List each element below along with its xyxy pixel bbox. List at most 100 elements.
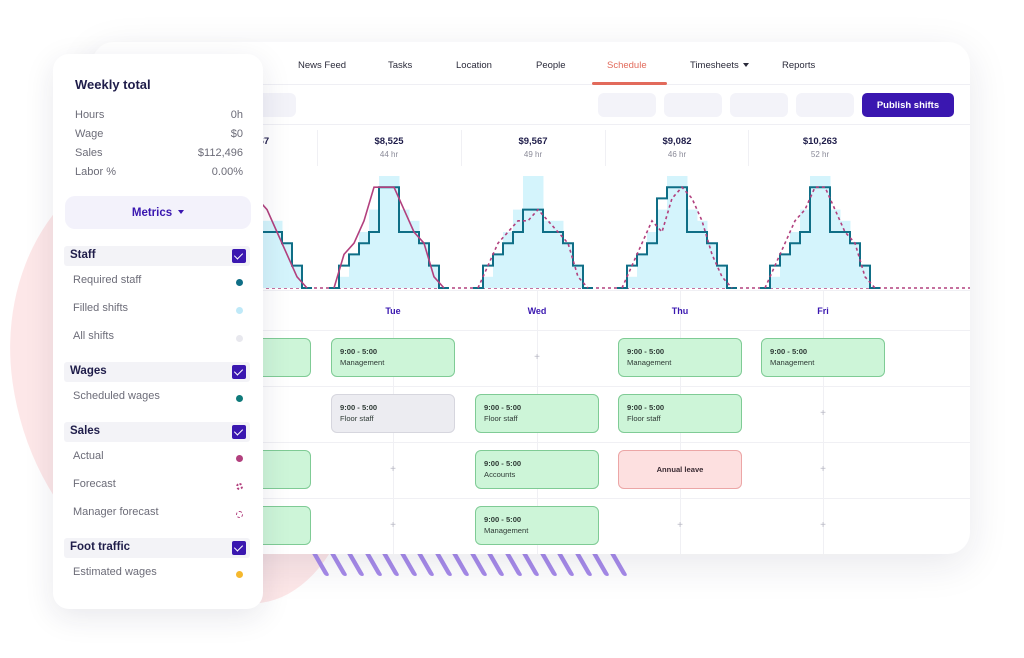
day-column-header[interactable]: Tue (322, 306, 464, 316)
legend-dot-icon (236, 395, 243, 402)
legend-item: Forecast (73, 478, 243, 490)
stripe (328, 552, 348, 576)
add-shift-button[interactable]: + (670, 516, 690, 536)
leave-card[interactable]: Annual leave (618, 450, 742, 489)
stripe (398, 552, 418, 576)
total-sales: Sales $112,496 (75, 147, 243, 159)
shift-role: Management (484, 526, 529, 535)
legend-item: All shifts (73, 330, 243, 342)
total-label: Sales (75, 147, 103, 159)
filled-shifts-bar (369, 209, 380, 288)
day-sales-total: $8,525 (374, 136, 404, 147)
add-shift-button[interactable]: + (383, 460, 403, 480)
shift-card[interactable]: 9:00 - 5:00 Management (331, 338, 455, 377)
dashed-ring-icon (236, 511, 243, 518)
stripe (346, 552, 365, 576)
filled-shifts-bar (627, 276, 638, 288)
toolbar-placeholder-button[interactable] (598, 93, 656, 117)
metric-group-label: Staff (70, 249, 96, 261)
metric-group-checkbox[interactable] (232, 249, 246, 263)
day-sales-total: $9,082 (662, 136, 692, 147)
stripe (311, 552, 330, 576)
shift-time: 9:00 - 5:00 (484, 515, 522, 524)
filled-shifts-bar (800, 209, 811, 288)
day-column-header[interactable]: Thu (609, 306, 751, 316)
nav-timesheets[interactable]: Timesheets (690, 60, 749, 71)
stripe (363, 552, 383, 576)
sidebar-title: Weekly total (75, 77, 151, 92)
total-value: $112,496 (197, 147, 243, 159)
toolbar-placeholder-button[interactable] (664, 93, 722, 117)
metric-group-sales: Sales (64, 422, 250, 442)
shift-card[interactable]: 9:00 - 5:00 Floor staff (331, 394, 455, 433)
metric-group-checkbox[interactable] (232, 541, 246, 555)
nav-timesheets-label: Timesheets (690, 60, 739, 71)
shift-role: Floor staff (340, 414, 374, 423)
metric-group-checkbox[interactable] (232, 425, 246, 439)
stripe (381, 552, 400, 576)
shift-card[interactable]: 9:00 - 5:00 Management (618, 338, 742, 377)
publish-shifts-button[interactable]: Publish shifts (862, 93, 954, 117)
add-shift-button[interactable]: + (383, 516, 403, 536)
toolbar-placeholder-button[interactable] (796, 93, 854, 117)
total-label: Wage (75, 128, 104, 140)
legend-label: Required staff (73, 274, 142, 286)
nav-location[interactable]: Location (456, 60, 492, 71)
shift-card[interactable]: 9:00 - 5:00 Management (475, 506, 599, 545)
metric-group-checkbox[interactable] (232, 365, 246, 379)
legend-label: Manager forecast (73, 506, 159, 518)
day-column-header[interactable]: Wed (466, 306, 608, 316)
shift-time: 9:00 - 5:00 (340, 403, 378, 412)
shift-time: 9:00 - 5:00 (484, 403, 522, 412)
filled-shifts-bar (820, 176, 831, 288)
filled-shifts-bar (707, 243, 718, 288)
filled-shifts-bar (262, 220, 273, 288)
legend-dot-icon (236, 455, 243, 462)
metric-group-label: Foot traffic (70, 541, 131, 553)
filled-shifts-bar (349, 254, 360, 288)
nav-reports[interactable]: Reports (782, 60, 815, 71)
stripe (503, 552, 523, 576)
shift-time: 9:00 - 5:00 (770, 347, 808, 356)
legend-item: Actual (73, 450, 243, 462)
filled-shifts-bar (770, 276, 781, 288)
header-divider (748, 130, 749, 166)
total-value: 0h (230, 109, 243, 121)
day-summary: $10,263 52 hr (749, 136, 891, 159)
add-shift-button[interactable]: + (527, 348, 547, 368)
day-summary: $9,082 46 hr (606, 136, 748, 159)
add-shift-button[interactable]: + (813, 404, 833, 424)
nav-tasks[interactable]: Tasks (388, 60, 412, 71)
stripe (556, 552, 575, 576)
add-shift-button[interactable]: + (813, 460, 833, 480)
filled-shifts-bar (503, 232, 514, 288)
stripe (468, 552, 488, 576)
add-shift-button[interactable]: + (813, 516, 833, 536)
toolbar-placeholder-button[interactable] (730, 93, 788, 117)
header-divider (317, 130, 318, 166)
nav-news-feed[interactable]: News Feed (298, 60, 346, 71)
stripe (591, 552, 610, 576)
total-labor: Labor % 0.00% (75, 166, 243, 178)
legend-item: Manager forecast (73, 506, 243, 518)
stripe (538, 552, 558, 576)
nav-people[interactable]: People (536, 60, 566, 71)
shift-card[interactable]: 9:00 - 5:00 Accounts (475, 450, 599, 489)
header-divider (605, 130, 606, 166)
shift-card[interactable]: 9:00 - 5:00 Floor staff (475, 394, 599, 433)
shift-card[interactable]: 9:00 - 5:00 Floor staff (618, 394, 742, 433)
nav-schedule[interactable]: Schedule (607, 60, 647, 71)
filled-shifts-bar (850, 243, 861, 288)
filled-shifts-bar (677, 176, 688, 288)
metrics-dropdown[interactable]: Metrics (65, 196, 251, 229)
stripe (486, 552, 505, 576)
legend-label: Estimated wages (73, 566, 157, 578)
total-value: $0 (230, 128, 243, 140)
legend-dot-icon (236, 279, 243, 286)
legend-dot-icon (236, 307, 243, 314)
filled-shifts-bar (543, 220, 554, 288)
day-column-header[interactable]: Fri (752, 306, 894, 316)
filled-shifts-bar (830, 209, 841, 288)
filled-shifts-bar (359, 232, 370, 288)
shift-card[interactable]: 9:00 - 5:00 Management (761, 338, 885, 377)
